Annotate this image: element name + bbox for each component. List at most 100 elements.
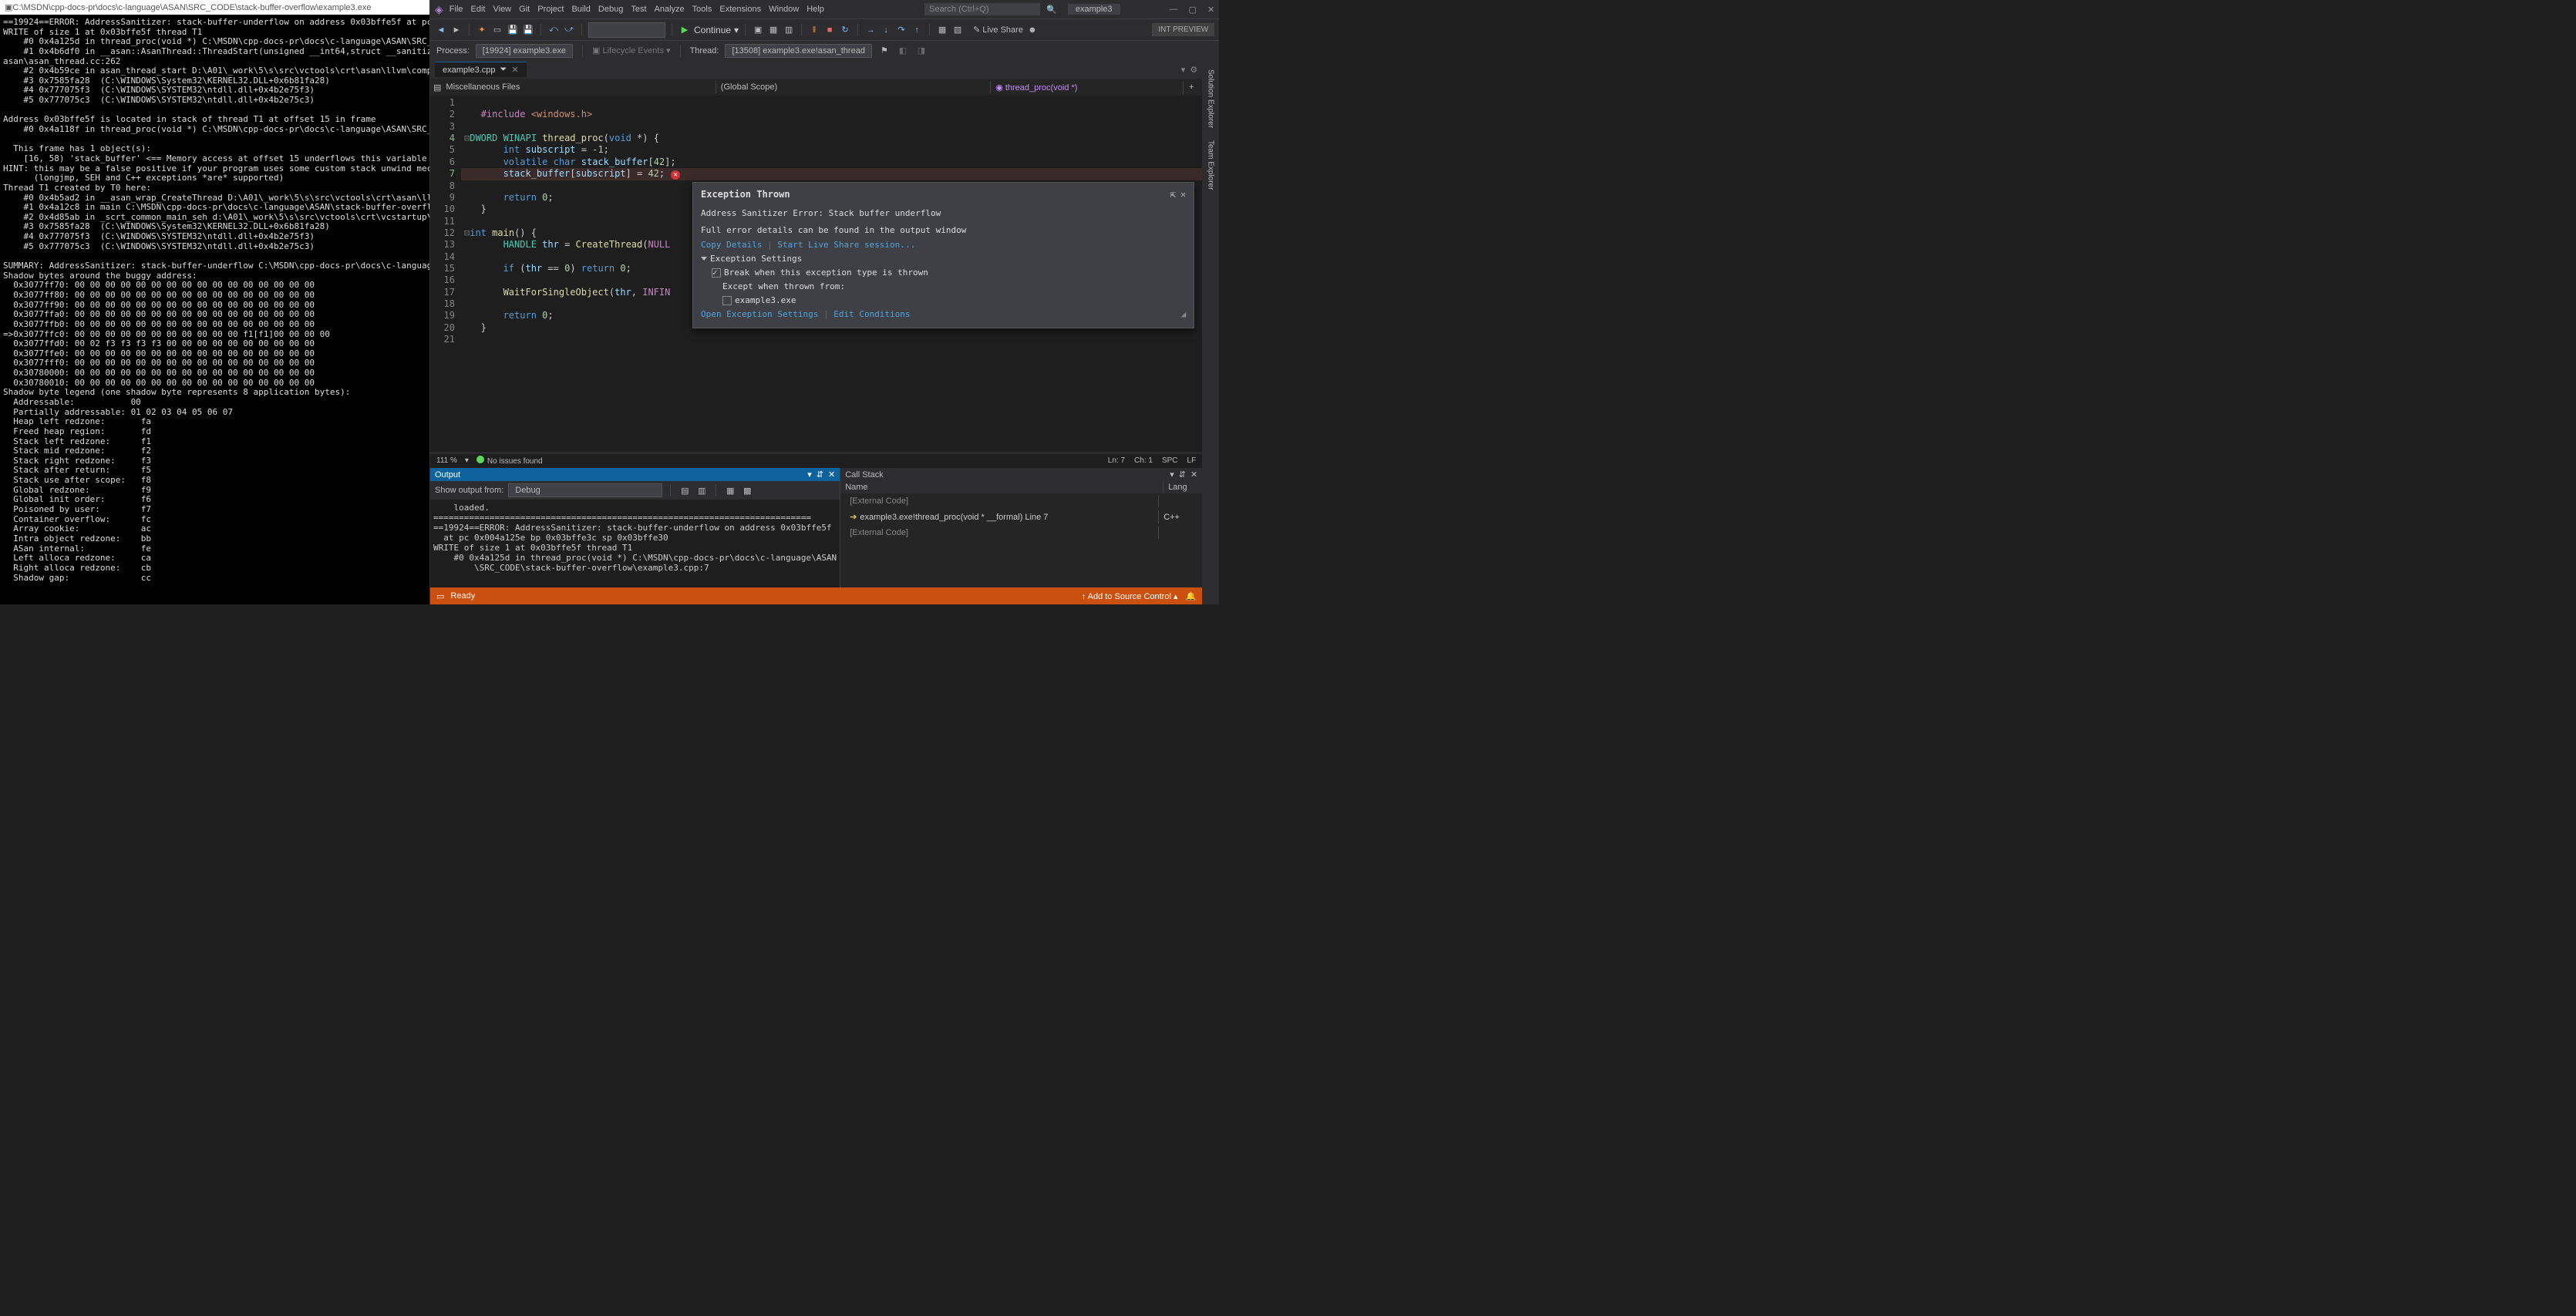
expand-icon[interactable] — [701, 257, 707, 261]
menu-project[interactable]: Project — [537, 5, 564, 14]
split-editor-icon[interactable]: + — [1184, 82, 1199, 92]
menu-test[interactable]: Test — [631, 5, 646, 14]
tab-example3[interactable]: example3.cpp ⏷ ✕ — [435, 62, 527, 77]
continue-button[interactable]: Continue — [694, 25, 731, 35]
feedback-icon[interactable]: ☻ — [1026, 24, 1039, 36]
nav-fwd-icon[interactable]: ► — [450, 24, 463, 36]
view-processes-icon[interactable]: ▣ — [752, 24, 764, 36]
menu-build[interactable]: Build — [571, 5, 590, 14]
menu-edit[interactable]: Edit — [471, 5, 486, 14]
minimize-button[interactable]: ― — [1170, 5, 1178, 15]
sidetab-solution-explorer[interactable]: Solution Explorer — [1205, 65, 1217, 133]
thread-dropdown[interactable]: [13508] example3.exe!asan_thread — [725, 44, 871, 58]
redo-icon[interactable]: ⤻ — [563, 24, 575, 36]
step-out-icon[interactable]: ↑ — [911, 24, 923, 36]
stop-icon[interactable]: ■ — [823, 24, 836, 36]
resize-grip-icon[interactable]: ◢ — [1181, 309, 1187, 320]
callstack-col-lang[interactable]: Lang — [1163, 481, 1202, 493]
callstack-row[interactable]: [External Code] — [840, 525, 1202, 540]
pin-popup-icon[interactable]: ⇱ — [1170, 189, 1176, 200]
toggle-wrap-icon[interactable]: ▩ — [741, 484, 753, 496]
sidetab-team-explorer[interactable]: Team Explorer — [1205, 136, 1217, 194]
search-icon[interactable]: 🔍 — [1046, 5, 1057, 15]
menu-window[interactable]: Window — [769, 5, 799, 14]
edit-conditions-link[interactable]: Edit Conditions — [833, 309, 910, 319]
callstack-col-name[interactable]: Name — [840, 481, 1163, 493]
save-all-icon[interactable]: 💾 — [522, 24, 534, 36]
callstack-title[interactable]: Call Stack ▾ ⇵ ✕ — [840, 468, 1202, 481]
module-checkbox[interactable] — [722, 296, 732, 305]
close-button[interactable]: ✕ — [1207, 5, 1214, 15]
console-title-bar[interactable]: ▣ C:\MSDN\cpp-docs-pr\docs\c-language\AS… — [0, 0, 429, 15]
step-over-icon[interactable]: ↷ — [895, 24, 907, 36]
output-pin-icon[interactable]: ⇵ — [817, 470, 823, 480]
menu-help[interactable]: Help — [806, 5, 824, 14]
copy-details-link[interactable]: Copy Details — [701, 240, 762, 250]
undo-icon[interactable]: ⤺ — [547, 24, 560, 36]
start-liveshare-link[interactable]: Start Live Share session... — [777, 240, 915, 250]
step-into-icon[interactable]: ↓ — [880, 24, 892, 36]
menu-analyze[interactable]: Analyze — [655, 5, 685, 14]
menu-tools[interactable]: Tools — [692, 5, 712, 14]
scope-project[interactable]: Miscellaneous Files — [441, 81, 716, 93]
pause-icon[interactable]: ‖ — [808, 24, 820, 36]
clear-output-icon[interactable]: ▦ — [724, 484, 736, 496]
callstack-row[interactable]: [External Code] — [840, 493, 1202, 509]
scope-global[interactable]: (Global Scope) — [716, 81, 991, 93]
exception-detail: Full error details can be found in the o… — [701, 224, 1186, 237]
close-tab-icon[interactable]: ✕ — [511, 65, 518, 75]
live-share-button[interactable]: ✎ Live Share — [973, 25, 1023, 35]
stack-frame2-icon[interactable]: ◨ — [915, 45, 928, 57]
break-checkbox[interactable] — [712, 268, 721, 278]
menu-extensions[interactable]: Extensions — [719, 5, 761, 14]
tab-options-icon[interactable]: ⚙ — [1190, 65, 1197, 75]
save-icon[interactable]: 💾 — [507, 24, 519, 36]
output-dropdown-icon[interactable]: ▾ — [807, 470, 812, 480]
output-body[interactable]: loaded. ================================… — [430, 500, 840, 587]
new-file-icon[interactable]: ✦ — [476, 24, 488, 36]
error-glyph-icon[interactable]: ✕ — [671, 170, 680, 180]
vs-status-bar: ▭ Ready ↑ Add to Source Control ▴ 🔔 — [430, 587, 1202, 604]
console-window: ▣ C:\MSDN\cpp-docs-pr\docs\c-language\AS… — [0, 0, 430, 604]
zoom-level[interactable]: 111 % — [436, 456, 457, 465]
scope-function[interactable]: ◉ thread_proc(void *) — [991, 81, 1184, 94]
lifecycle-events-button[interactable]: ▣ Lifecycle Events ▾ — [592, 45, 671, 56]
output-source-dropdown[interactable]: Debug — [508, 483, 662, 497]
code-editor[interactable]: 123456789101112131415161718192021 #inclu… — [430, 96, 1202, 453]
output-title[interactable]: Output ▾ ⇵ ✕ — [430, 468, 840, 481]
maximize-button[interactable]: ▢ — [1189, 5, 1197, 15]
callstack-dropdown-icon[interactable]: ▾ — [1170, 470, 1174, 480]
search-input[interactable]: Search (Ctrl+Q) — [924, 3, 1040, 15]
find-icon[interactable]: ▤ — [679, 484, 691, 496]
scroll-tabs-icon[interactable]: ▾ — [1181, 65, 1186, 75]
diag-icon[interactable]: ▧ — [951, 24, 964, 36]
continue-icon[interactable]: ▶ — [679, 24, 691, 36]
nav-back-icon[interactable]: ◄ — [435, 24, 447, 36]
close-popup-icon[interactable]: ✕ — [1180, 189, 1186, 200]
pin-icon[interactable]: ⏷ — [500, 65, 507, 75]
add-to-source-control[interactable]: ↑ Add to Source Control ▴ — [1082, 591, 1178, 601]
show-next-icon[interactable]: → — [864, 24, 877, 36]
menu-view[interactable]: View — [493, 5, 511, 14]
menu-file[interactable]: File — [450, 5, 463, 14]
notifications-icon[interactable]: 🔔 — [1185, 591, 1196, 601]
callstack-row[interactable]: ➔example3.exe!thread_proc(void * __forma… — [840, 509, 1202, 525]
goto-icon[interactable]: ▥ — [695, 484, 708, 496]
callstack-pin-icon[interactable]: ⇵ — [1179, 470, 1186, 480]
open-exception-settings-link[interactable]: Open Exception Settings — [701, 309, 818, 319]
console-output[interactable]: ==19924==ERROR: AddressSanitizer: stack-… — [0, 15, 429, 586]
config-dropdown[interactable] — [588, 22, 665, 38]
callstack-close-icon[interactable]: ✕ — [1190, 470, 1197, 480]
menu-debug[interactable]: Debug — [598, 5, 623, 14]
threads-icon[interactable]: ▦ — [767, 24, 780, 36]
breakpoints-icon[interactable]: ▦ — [936, 24, 948, 36]
thread-flag-icon[interactable]: ⚑ — [878, 45, 891, 57]
stack-frame-icon[interactable]: ◧ — [897, 45, 909, 57]
modules-icon[interactable]: ▥ — [783, 24, 795, 36]
menu-git[interactable]: Git — [519, 5, 530, 14]
open-file-icon[interactable]: ▭ — [491, 24, 503, 36]
output-close-icon[interactable]: ✕ — [828, 470, 835, 480]
restart-icon[interactable]: ↻ — [839, 24, 851, 36]
process-dropdown[interactable]: [19924] example3.exe — [476, 44, 573, 58]
project-name[interactable]: example3 — [1068, 4, 1120, 15]
